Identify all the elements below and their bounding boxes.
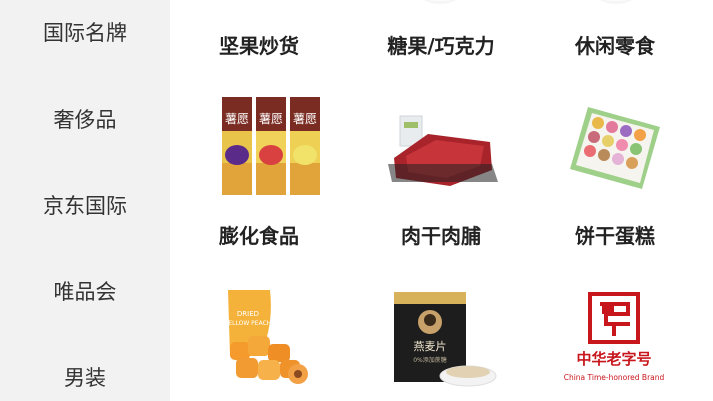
peach-label-line1: DRIED bbox=[237, 310, 259, 318]
chips-brand-text: 薯愿 bbox=[293, 112, 317, 126]
partial-thumbnail[interactable] bbox=[410, 0, 470, 2]
sidebar-item-jd-international[interactable]: 京东国际 bbox=[0, 190, 170, 220]
sidebar-item-vipshop[interactable]: 唯品会 bbox=[0, 276, 170, 306]
category-nuts[interactable]: 坚果炒货 bbox=[184, 30, 334, 59]
laozihao-en-text: China Time-honored Brand bbox=[564, 373, 665, 382]
chips-thumbnail[interactable]: 薯愿 薯愿 薯愿 bbox=[220, 93, 324, 199]
sidebar-item-menswear[interactable]: 男装 bbox=[0, 362, 170, 392]
jerky-thumbnail[interactable] bbox=[388, 112, 498, 190]
chips-brand-text: 薯愿 bbox=[225, 112, 249, 126]
oatmeal-thumbnail[interactable]: 燕麦片 0%添加蔗糖 bbox=[390, 290, 500, 390]
sidebar-item-international-brands[interactable]: 国际名牌 bbox=[0, 17, 170, 47]
chips-brand-text: 薯愿 bbox=[259, 112, 283, 126]
category-biscuits-cakes[interactable]: 饼干蛋糕 bbox=[540, 220, 690, 249]
category-jerky[interactable]: 肉干肉脯 bbox=[366, 220, 516, 249]
category-grid: 坚果炒货 糖果/巧克力 休闲零食 薯愿 薯愿 薯愿 膨化食品 肉干肉脯 饼干蛋糕… bbox=[170, 0, 713, 401]
category-puffed-food[interactable]: 膨化食品 bbox=[184, 220, 334, 249]
oat-subtext: 0%添加蔗糖 bbox=[413, 356, 447, 364]
laozihao-cn-text: 中华老字号 bbox=[576, 350, 651, 368]
oat-brand-text: 燕麦片 bbox=[414, 340, 447, 353]
dried-peach-thumbnail[interactable]: DRIED YELLOW PEACH bbox=[220, 286, 324, 390]
peach-label-line2: YELLOW PEACH bbox=[224, 320, 272, 327]
laozihao-logo[interactable]: 中华老字号 China Time-honored Brand bbox=[558, 290, 670, 390]
macarons-thumbnail[interactable] bbox=[568, 103, 662, 193]
partial-thumbnail[interactable] bbox=[586, 0, 646, 2]
category-candy-chocolate[interactable]: 糖果/巧克力 bbox=[366, 30, 516, 59]
category-snacks[interactable]: 休闲零食 bbox=[540, 30, 690, 59]
category-sidebar: 国际名牌 奢侈品 京东国际 唯品会 男装 bbox=[0, 0, 170, 401]
sidebar-item-luxury[interactable]: 奢侈品 bbox=[0, 104, 170, 134]
